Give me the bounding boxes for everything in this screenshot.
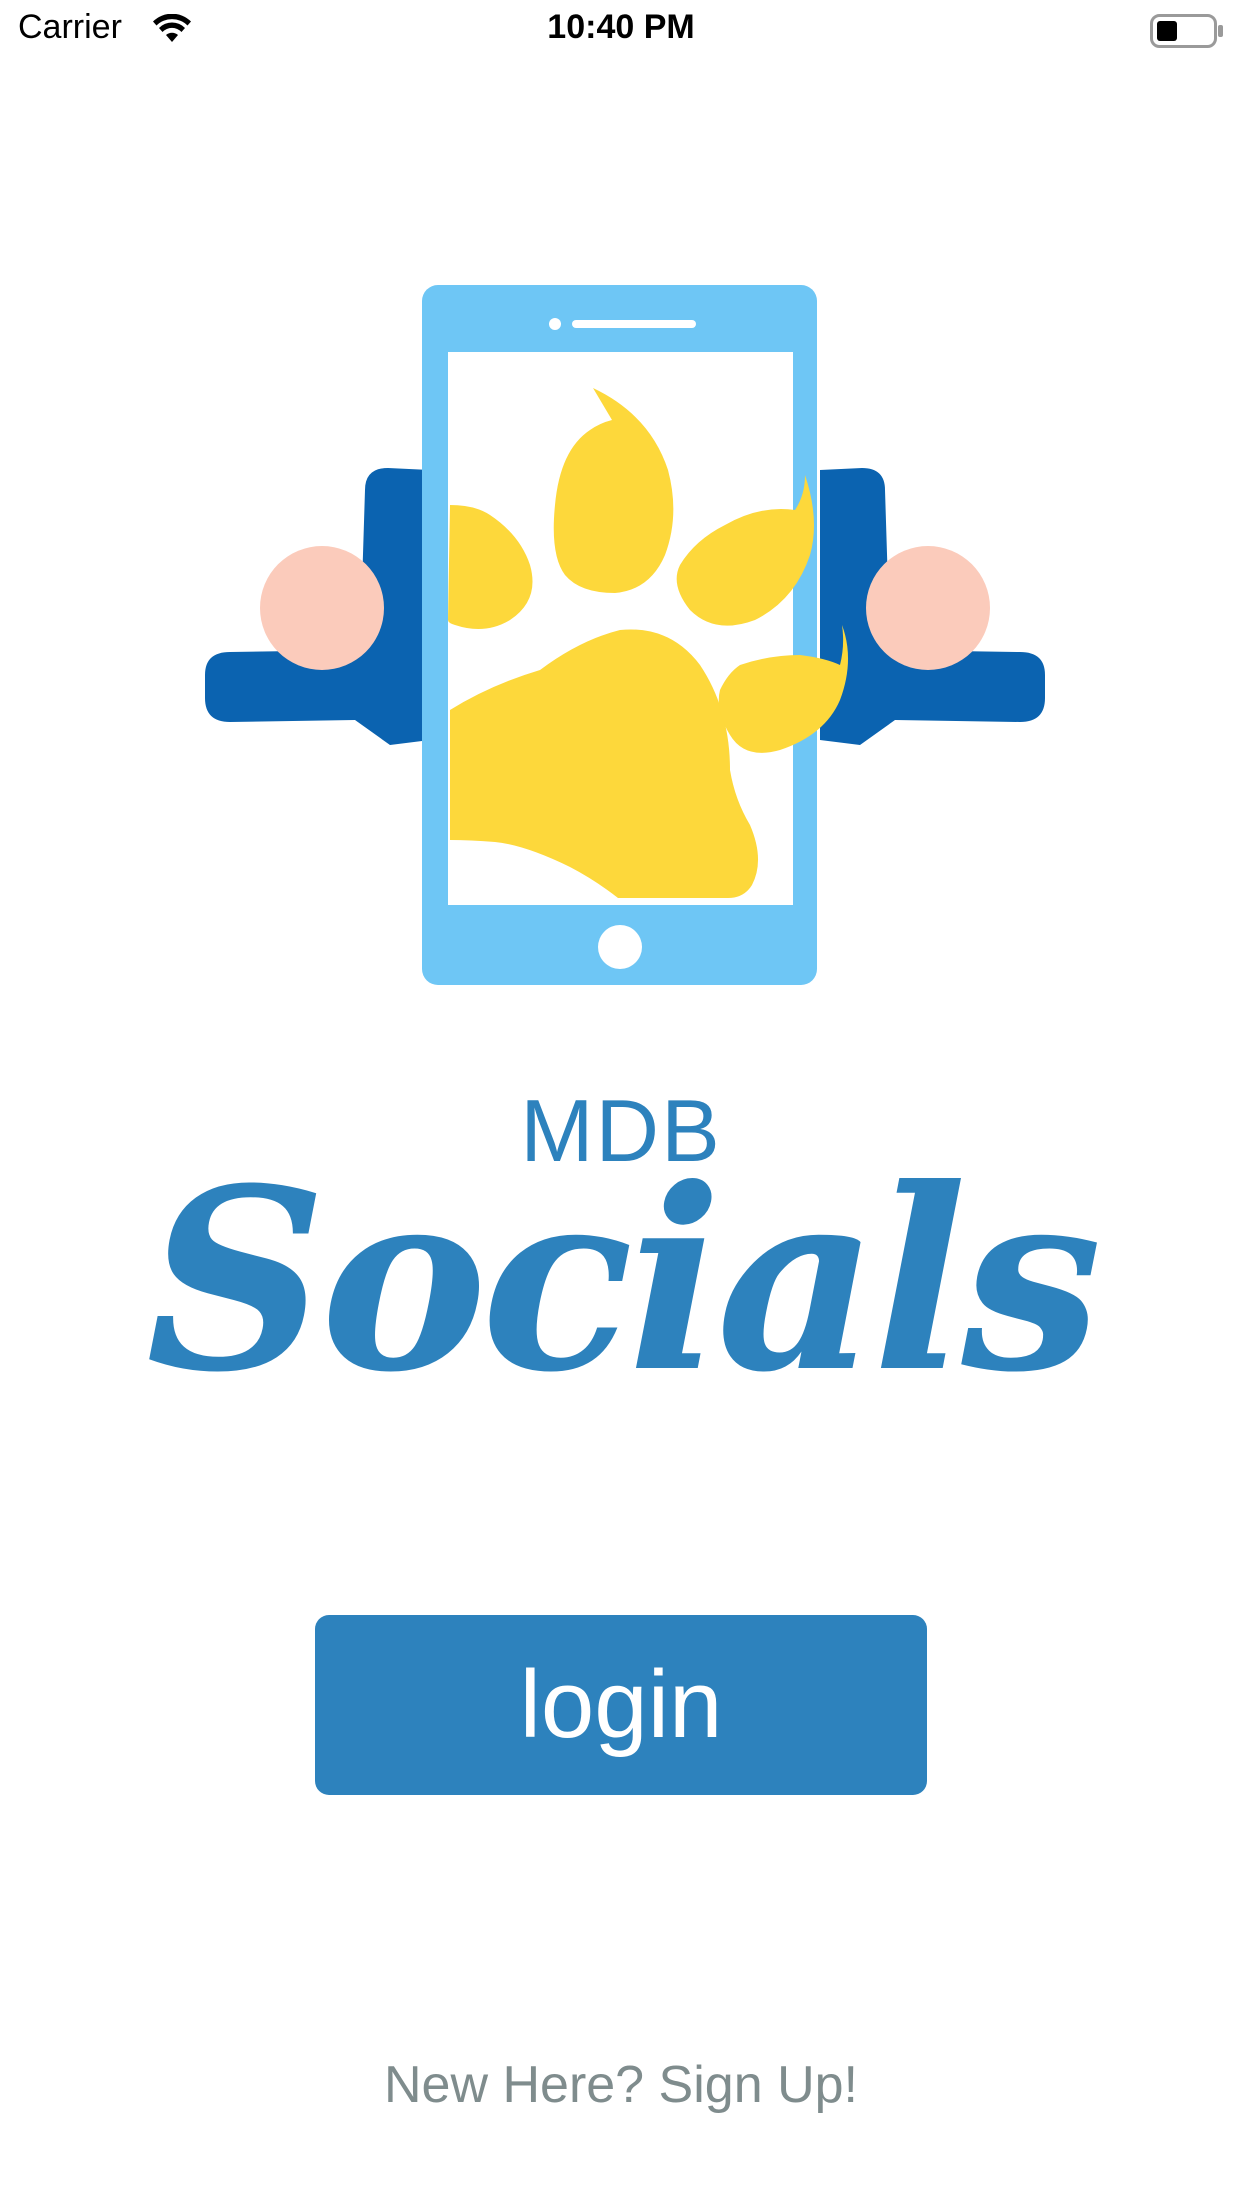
phone-paw-illustration <box>205 285 1045 985</box>
app-title-socials: Socials <box>145 1133 1102 1427</box>
login-button[interactable]: login <box>315 1615 927 1795</box>
signup-link[interactable]: New Here? Sign Up! <box>0 2055 1242 2115</box>
right-person-icon <box>820 468 1045 745</box>
left-person-icon <box>205 468 430 745</box>
battery-icon <box>1150 14 1223 48</box>
status-bar: Carrier 10:40 PM <box>0 0 1242 60</box>
status-time: 10:40 PM <box>547 8 695 46</box>
